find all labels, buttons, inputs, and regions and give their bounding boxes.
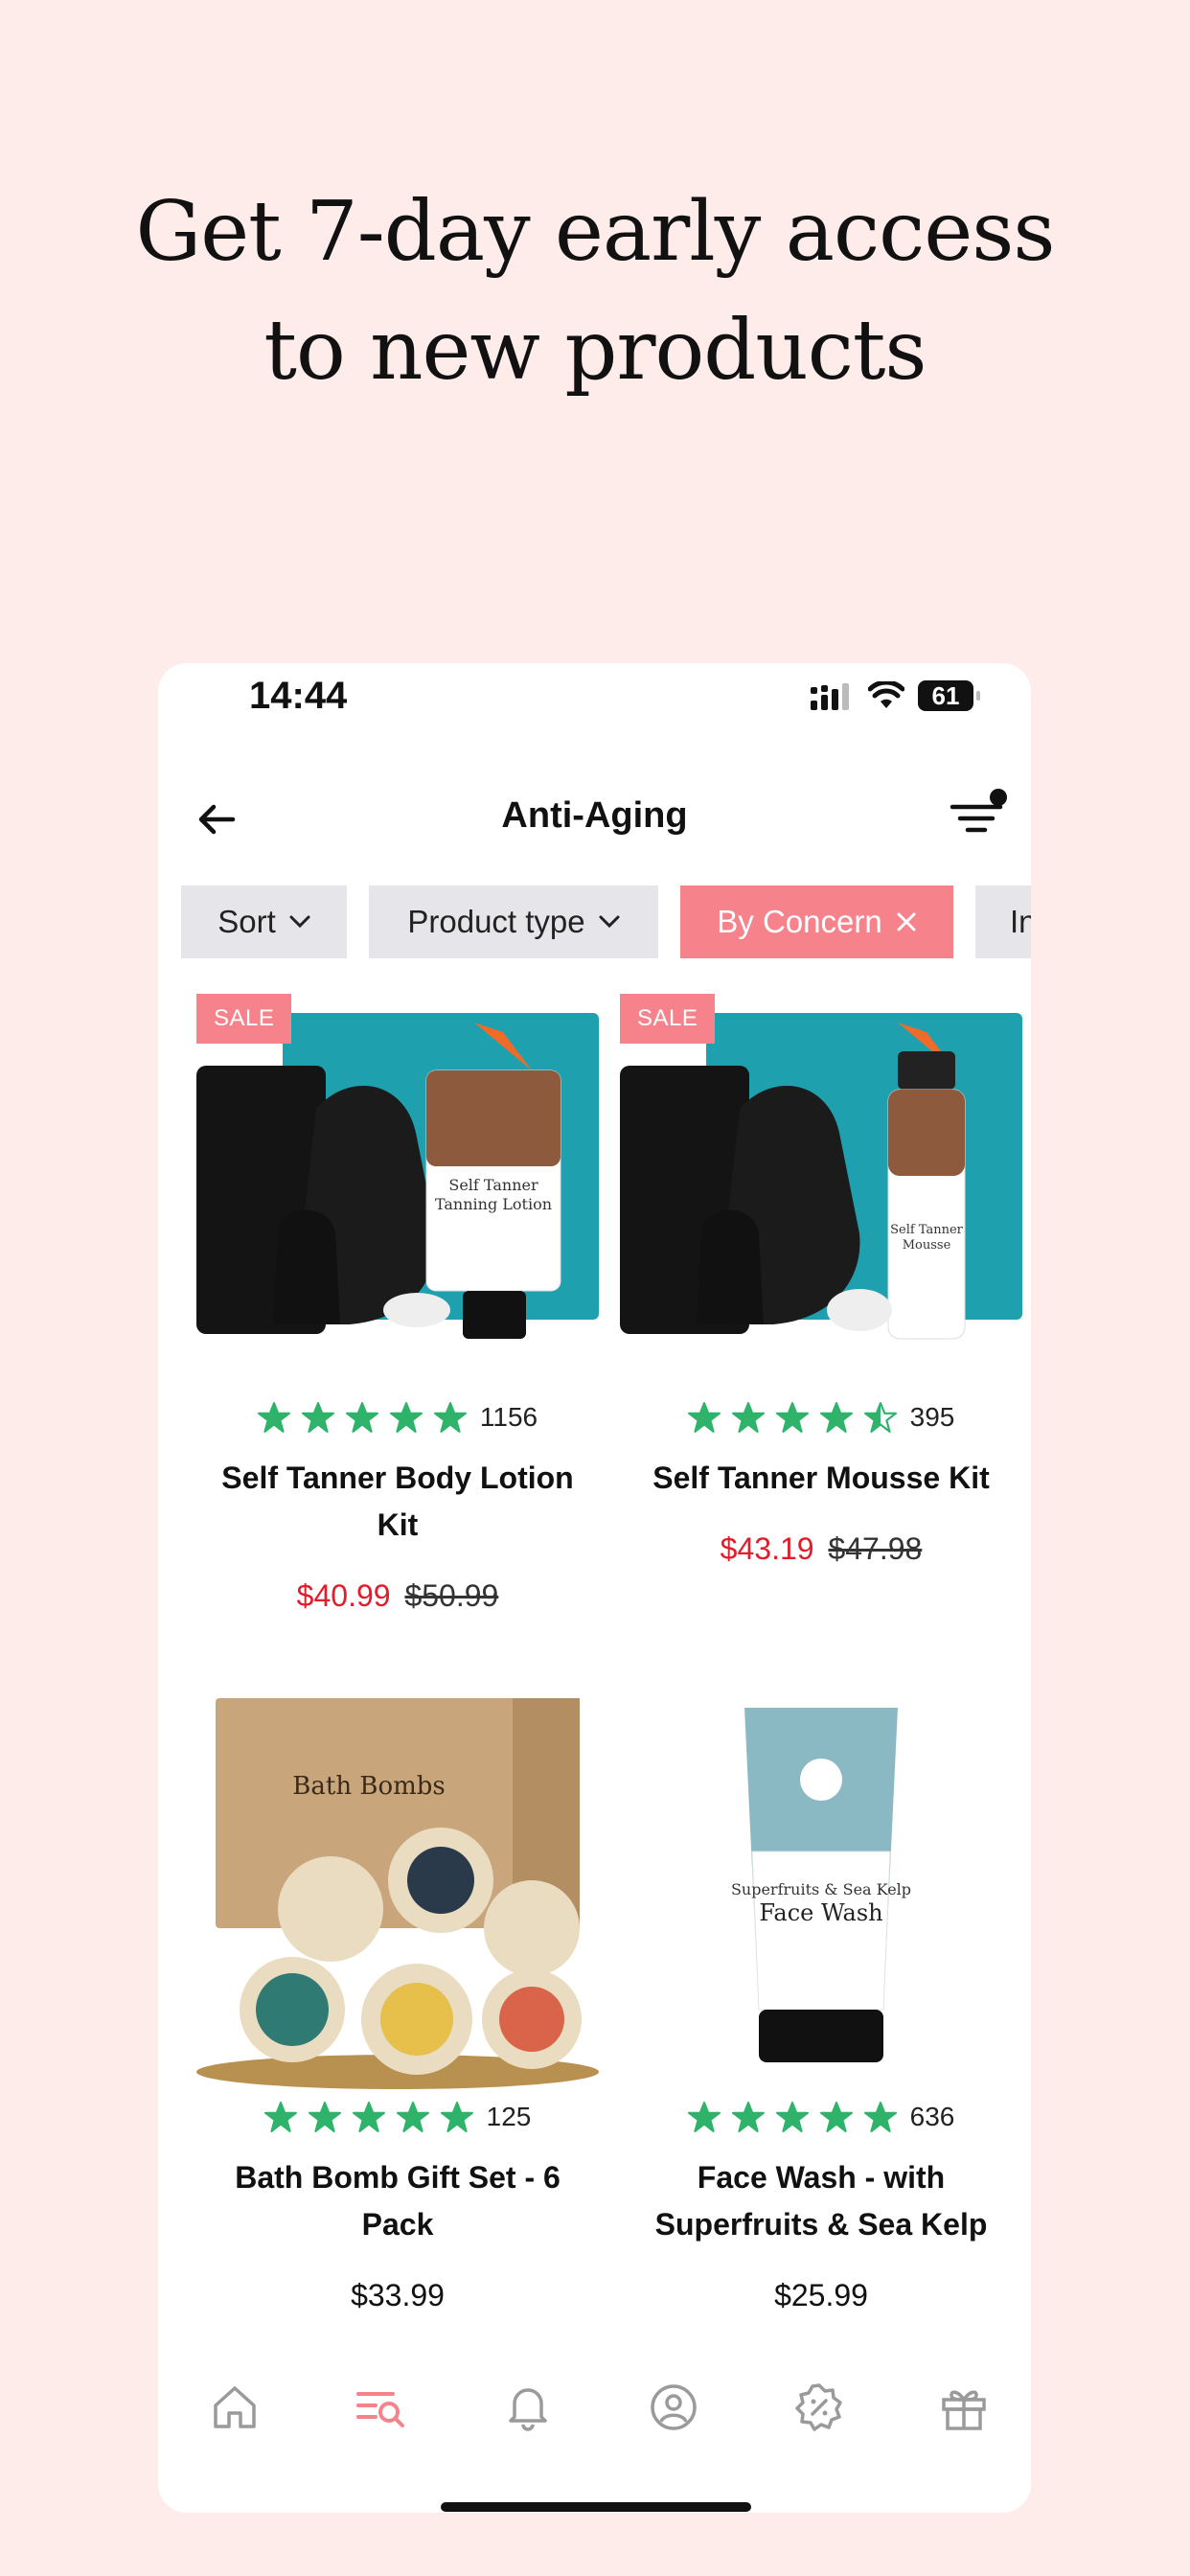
star-rating (687, 1401, 897, 1434)
star-full-icon (345, 1402, 378, 1433)
product-price: $40.99 $50.99 (187, 1578, 608, 1614)
star-full-icon (687, 1402, 721, 1433)
ingredient-chip[interactable]: In (975, 886, 1031, 958)
product-price: $43.19 $47.98 (610, 1531, 1031, 1567)
home-icon[interactable] (208, 2380, 262, 2434)
home-indicator (441, 2502, 751, 2512)
headline-line-1: Get 7-day early access (135, 184, 1056, 280)
star-full-icon (263, 2102, 297, 2132)
sort-chip[interactable]: Sort (181, 886, 347, 958)
product-name[interactable]: Face Wash - with Superfruits & Sea Kelp (629, 2154, 1013, 2248)
sale-price: $43.19 (720, 1531, 814, 1566)
price: $25.99 (774, 2278, 868, 2312)
star-full-icon (775, 2102, 809, 2132)
star-full-icon (301, 1402, 334, 1433)
tab-bar (158, 2380, 1031, 2457)
star-half-icon (863, 1402, 897, 1433)
product-image-bath-bombs: Bath Bombs (196, 1698, 599, 2089)
filter-chips: Sort Product type By Concern In (181, 886, 1031, 958)
product-image-face-wash: Superfruits & Sea Kelp Face Wash (731, 1708, 911, 2062)
star-full-icon (396, 2102, 429, 2132)
star-full-icon (687, 2102, 721, 2132)
sale-price: $40.99 (296, 1578, 391, 1613)
product-name[interactable]: Self Tanner Mousse Kit (629, 1455, 1013, 1502)
product-image-self-tanner-lotion: Self Tanner Tanning Lotion (196, 1013, 599, 1339)
star-full-icon (257, 1402, 290, 1433)
product-image-self-tanner-mousse: Self Tanner Mousse (620, 1013, 1022, 1340)
battery-icon: 61 (918, 680, 980, 711)
star-full-icon (433, 1402, 467, 1433)
product-card[interactable]: Self Tanner Mousse SALE (610, 994, 1031, 1358)
ingredient-label: In (1010, 904, 1031, 939)
rating-row: 636 (610, 2101, 1031, 2133)
star-rating (263, 2101, 473, 2133)
star-full-icon (731, 2102, 765, 2132)
status-icons: 61 (811, 680, 980, 711)
search-list-icon[interactable] (355, 2380, 408, 2434)
original-price: $47.98 (828, 1531, 923, 1566)
product-type-chip[interactable]: Product type (369, 886, 658, 958)
star-full-icon (819, 2102, 853, 2132)
product-price: $33.99 (187, 2278, 608, 2313)
star-full-icon (352, 2102, 385, 2132)
review-count: 636 (909, 2102, 955, 2131)
wifi-icon (868, 681, 904, 708)
original-price: $50.99 (404, 1578, 499, 1613)
concern-chip[interactable]: By Concern (680, 886, 953, 958)
star-full-icon (731, 1402, 765, 1433)
product-name[interactable]: Self Tanner Body Lotion Kit (206, 1455, 589, 1549)
star-full-icon (775, 1402, 809, 1433)
star-full-icon (440, 2102, 473, 2132)
headline-line-2: to new products (263, 303, 927, 399)
svg-text:Superfruits & Sea Kelp: Superfruits & Sea Kelp (731, 1880, 911, 1898)
chevron-down-icon (599, 915, 620, 929)
rating-row: 395 (610, 1401, 1031, 1434)
nav-bar: Anti-Aging (158, 778, 1031, 864)
star-full-icon (308, 2102, 341, 2132)
filter-icon[interactable] (949, 786, 1010, 843)
bell-icon[interactable] (501, 2380, 555, 2434)
product-card[interactable]: Bath Bombs (187, 1689, 608, 2091)
star-rating (687, 2101, 897, 2133)
page-title: Anti-Aging (501, 795, 688, 836)
star-full-icon (863, 2102, 897, 2132)
chevron-down-icon (289, 915, 310, 929)
rating-row: 125 (187, 2101, 608, 2133)
review-count: 1156 (479, 1402, 538, 1432)
svg-text:Mousse: Mousse (903, 1238, 951, 1253)
gift-icon[interactable] (937, 2380, 991, 2434)
promo-headline: Get 7-day early access to new products (0, 172, 1190, 410)
close-icon[interactable] (896, 911, 917, 932)
svg-text:Tanning Lotion: Tanning Lotion (435, 1195, 552, 1213)
product-card[interactable]: Self Tanner Tanning Lotion SALE (187, 994, 608, 1358)
profile-icon[interactable] (647, 2380, 700, 2434)
price: $33.99 (351, 2278, 445, 2312)
discount-icon[interactable] (792, 2380, 846, 2434)
product-name[interactable]: Bath Bomb Gift Set - 6 Pack (206, 2154, 589, 2248)
sale-badge: SALE (620, 994, 716, 1044)
svg-text:Self Tanner: Self Tanner (890, 1223, 964, 1237)
sort-label: Sort (217, 904, 276, 939)
star-full-icon (389, 1402, 423, 1433)
rating-row: 1156 (187, 1401, 608, 1434)
concern-label: By Concern (717, 904, 882, 939)
star-full-icon (819, 1402, 853, 1433)
star-rating (257, 1401, 467, 1434)
svg-text:Face Wash: Face Wash (759, 1899, 882, 1926)
product-card[interactable]: Superfruits & Sea Kelp Face Wash (610, 1689, 1031, 2091)
svg-text:Bath Bombs: Bath Bombs (292, 1772, 445, 1801)
review-count: 395 (909, 1402, 955, 1432)
review-count: 125 (486, 2102, 532, 2131)
sale-badge: SALE (196, 994, 292, 1044)
status-time: 14:44 (249, 675, 348, 717)
phone-screen: 14:44 61 Anti-Aging Sort Product type By… (158, 663, 1031, 2513)
product-type-label: Product type (407, 904, 585, 939)
cellular-signal-icon (811, 683, 849, 710)
svg-text:Self Tanner: Self Tanner (448, 1176, 538, 1194)
product-price: $25.99 (610, 2278, 1031, 2313)
